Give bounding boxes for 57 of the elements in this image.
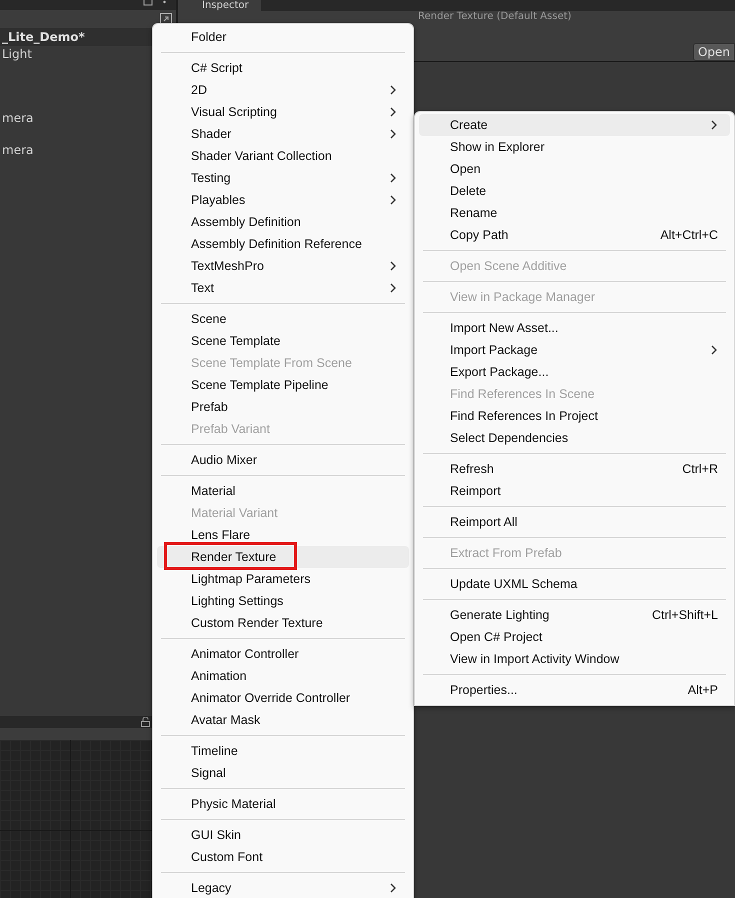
menu-item[interactable]: Scene Template bbox=[157, 330, 409, 352]
menu-item[interactable]: Testing bbox=[157, 167, 409, 189]
shortcut-label: Ctrl+Shift+L bbox=[652, 608, 718, 622]
menu-item[interactable]: Open C# Project bbox=[419, 626, 730, 648]
menu-item[interactable]: Scene bbox=[157, 308, 409, 330]
menu-item[interactable]: Find References In Project bbox=[419, 405, 730, 427]
asset-title: Render Texture (Default Asset) bbox=[418, 11, 572, 22]
menu-item[interactable]: Create bbox=[419, 114, 730, 136]
menu-item[interactable]: Show in Explorer bbox=[419, 136, 730, 158]
menu-item[interactable]: Rename bbox=[419, 202, 730, 224]
menu-item[interactable]: Custom Font bbox=[157, 846, 409, 868]
menu-item[interactable]: GUI Skin bbox=[157, 824, 409, 846]
menu-item[interactable]: Import Package bbox=[419, 339, 730, 361]
shortcut-label: Alt+Ctrl+C bbox=[660, 228, 718, 242]
menu-item[interactable]: Lens Flare bbox=[157, 524, 409, 546]
menu-item[interactable]: Animation bbox=[157, 665, 409, 687]
menu-item[interactable]: Export Package... bbox=[419, 361, 730, 383]
menu-item[interactable]: Reimport All bbox=[419, 511, 730, 533]
open-button[interactable]: Open bbox=[692, 43, 735, 61]
menu-item[interactable]: Legacy bbox=[157, 877, 409, 898]
menu-item[interactable]: Shader Variant Collection bbox=[157, 145, 409, 167]
menu-item[interactable]: Generate Lighting Ctrl+Shift+L bbox=[419, 604, 730, 626]
menu-item[interactable]: Playables bbox=[157, 189, 409, 211]
menu-item[interactable]: Refresh Ctrl+R bbox=[419, 458, 730, 480]
shortcut-label: Ctrl+R bbox=[682, 462, 718, 476]
inspector-tab[interactable]: Inspector bbox=[178, 0, 261, 11]
menu-item[interactable]: Assembly Definition Reference bbox=[157, 233, 409, 255]
shortcut-label: Alt+P bbox=[688, 683, 718, 697]
menu-item[interactable]: Animator Controller bbox=[157, 643, 409, 665]
menu-item[interactable]: Update UXML Schema bbox=[419, 573, 730, 595]
menu-item[interactable]: 2D bbox=[157, 79, 409, 101]
menu-item[interactable]: Scene Template Pipeline bbox=[157, 374, 409, 396]
menu-item[interactable]: Assembly Definition bbox=[157, 211, 409, 233]
menu-item[interactable]: Lighting Settings bbox=[157, 590, 409, 612]
menu-item[interactable]: Reimport bbox=[419, 480, 730, 502]
menu-item[interactable]: Material bbox=[157, 480, 409, 502]
menu-item[interactable]: Text bbox=[157, 277, 409, 299]
menu-item[interactable]: View in Import Activity Window bbox=[419, 648, 730, 670]
menu-item[interactable]: Import New Asset... bbox=[419, 317, 730, 339]
menu-item[interactable]: Timeline bbox=[157, 740, 409, 762]
menu-item[interactable]: TextMeshPro bbox=[157, 255, 409, 277]
menu-item[interactable]: Avatar Mask bbox=[157, 709, 409, 731]
menu-item[interactable]: Custom Render Texture bbox=[157, 612, 409, 634]
menu-item[interactable]: Visual Scripting bbox=[157, 101, 409, 123]
menu-item[interactable]: Physic Material bbox=[157, 793, 409, 815]
menu-item[interactable]: Delete bbox=[419, 180, 730, 202]
menu-item[interactable]: Open bbox=[419, 158, 730, 180]
menu-item[interactable]: Audio Mixer bbox=[157, 449, 409, 471]
menu-item[interactable]: Shader bbox=[157, 123, 409, 145]
menu-item[interactable]: C# Script bbox=[157, 57, 409, 79]
menu-item[interactable]: Properties... Alt+P bbox=[419, 679, 730, 701]
menu-item[interactable]: Animator Override Controller bbox=[157, 687, 409, 709]
menu-item[interactable]: Select Dependencies bbox=[419, 427, 730, 449]
menu-item[interactable]: Signal bbox=[157, 762, 409, 784]
menu-item[interactable]: Lightmap Parameters bbox=[157, 568, 409, 590]
menu-item[interactable]: Copy Path Alt+Ctrl+C bbox=[419, 224, 730, 246]
menu-item[interactable]: Prefab bbox=[157, 396, 409, 418]
